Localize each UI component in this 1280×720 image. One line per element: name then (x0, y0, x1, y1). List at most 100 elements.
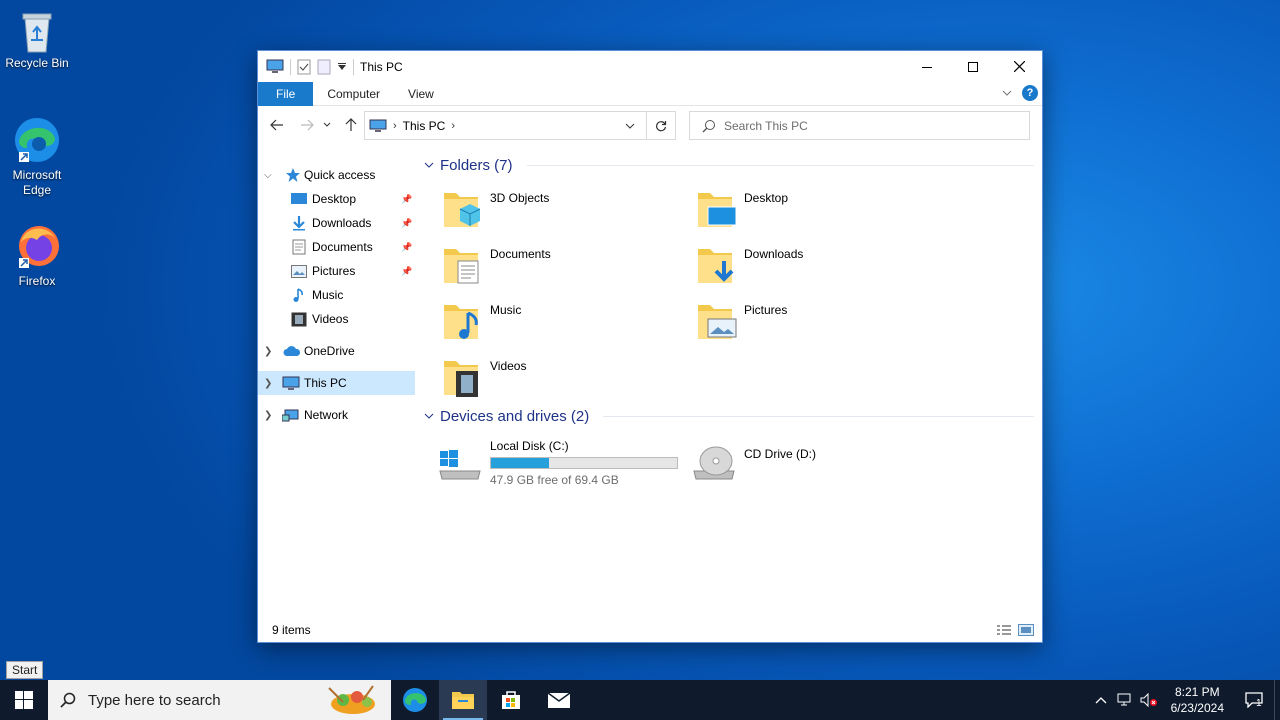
chevron-down-icon (323, 122, 331, 127)
folder-music[interactable]: Music (442, 299, 521, 349)
chevron-right-icon[interactable]: ❯ (264, 410, 272, 421)
clock[interactable]: 8:21 PM 6/23/2024 (1161, 684, 1234, 716)
toolbar-separator (290, 58, 291, 75)
folder-desktop[interactable]: Desktop (696, 187, 788, 237)
nav-item-music[interactable]: Music (258, 283, 415, 307)
large-icons-view-icon[interactable] (1018, 624, 1034, 636)
nav-label: Downloads (312, 216, 372, 230)
group-title: Devices and drives (2) (440, 408, 590, 425)
drive-local-disk-c[interactable]: Local Disk (C:) 47.9 GB free of 69.4 GB (438, 435, 698, 487)
tab-view[interactable]: View (394, 82, 448, 106)
taskbar-search-input[interactable] (88, 691, 308, 709)
nav-item-pictures[interactable]: Pictures 📌 (258, 259, 415, 283)
title-bar[interactable]: This PC (258, 51, 1042, 82)
nav-item-videos[interactable]: Videos (258, 307, 415, 331)
chevron-up-icon (1095, 697, 1107, 704)
edge-icon (403, 688, 427, 712)
maximize-button[interactable] (950, 51, 996, 82)
folder-videos[interactable]: Videos (442, 355, 526, 405)
refresh-icon (655, 120, 667, 131)
tab-file[interactable]: File (258, 81, 314, 106)
forward-button[interactable] (297, 115, 317, 135)
group-title: Folders (7) (440, 157, 513, 174)
taskbar-edge[interactable] (391, 680, 439, 720)
nav-quick-access[interactable]: ⌵ Quick access (258, 163, 415, 187)
address-history-icon[interactable] (625, 123, 635, 129)
nav-onedrive[interactable]: ❯ OneDrive (258, 339, 415, 363)
arrow-right-icon (301, 119, 314, 131)
search-highlight-icon[interactable] (319, 682, 383, 718)
folders-group-header[interactable]: Folders (7) (424, 157, 1034, 174)
folder-downloads[interactable]: Downloads (696, 243, 803, 293)
drives-group-header[interactable]: Devices and drives (2) (424, 408, 1034, 425)
desktop-icon-recycle-bin[interactable]: Recycle Bin (4, 8, 70, 71)
nav-network[interactable]: ❯ Network (258, 403, 415, 427)
folder-documents[interactable]: Documents (442, 243, 551, 293)
breadcrumb-chevron-icon[interactable]: › (451, 120, 455, 132)
nav-this-pc[interactable]: ❯ This PC (258, 371, 415, 395)
documents-folder-icon (292, 239, 306, 255)
new-folder-icon[interactable] (317, 59, 331, 75)
breadcrumb-separator-icon: › (393, 119, 397, 132)
mail-icon (547, 692, 571, 708)
chevron-down-icon[interactable] (337, 62, 347, 72)
back-button[interactable] (267, 115, 287, 135)
desktop-icon-edge[interactable]: Microsoft Edge (4, 114, 70, 198)
taskbar-mail[interactable] (535, 680, 583, 720)
show-desktop-button[interactable] (1274, 680, 1280, 720)
nav-item-downloads[interactable]: Downloads 📌 (258, 211, 415, 235)
search-icon (702, 119, 715, 132)
nav-item-desktop[interactable]: Desktop 📌 (258, 187, 415, 211)
expand-ribbon-icon[interactable] (1002, 89, 1012, 97)
nav-item-documents[interactable]: Documents 📌 (258, 235, 415, 259)
navigation-bar: › This PC › (258, 107, 1042, 143)
chevron-down-icon (424, 413, 434, 419)
drive-cd-d[interactable]: CD Drive (D:) (692, 435, 892, 485)
close-icon (1013, 61, 1025, 72)
star-icon (285, 167, 301, 183)
address-bar[interactable]: › This PC › (364, 111, 676, 140)
notification-count: 1 (1256, 698, 1262, 709)
pictures-folder-icon (698, 305, 737, 339)
drive-free-space: 47.9 GB free of 69.4 GB (490, 473, 619, 487)
up-button[interactable] (341, 115, 361, 135)
taskbar-file-explorer[interactable] (439, 680, 487, 720)
desktop-icon-firefox[interactable]: Firefox (4, 222, 70, 289)
network-tray-icon[interactable] (1113, 693, 1137, 707)
downloads-folder-icon (698, 249, 734, 283)
minimize-button[interactable] (904, 51, 950, 82)
tab-computer[interactable]: Computer (313, 82, 394, 106)
firefox-icon (19, 226, 59, 268)
file-explorer-window: This PC File Computer View ? › This PC › (257, 50, 1043, 643)
downloads-folder-icon (291, 215, 307, 231)
volume-tray-icon[interactable] (1137, 693, 1161, 707)
folder-label: 3D Objects (490, 191, 550, 205)
show-hidden-icons-button[interactable] (1089, 696, 1113, 704)
windows-logo-icon (15, 691, 33, 709)
folder-3d-objects[interactable]: 3D Objects (442, 187, 549, 237)
nav-label: Documents (312, 240, 373, 254)
chevron-right-icon[interactable]: ❯ (264, 346, 272, 357)
search-input[interactable] (724, 118, 1004, 133)
quick-access-toolbar (258, 58, 354, 75)
recent-locations-button[interactable] (321, 115, 333, 135)
breadcrumb-this-pc[interactable]: This PC (403, 119, 446, 133)
taskbar-store[interactable] (487, 680, 535, 720)
properties-icon[interactable] (297, 59, 311, 75)
start-button[interactable] (0, 680, 48, 720)
folder-label: Pictures (744, 303, 788, 317)
help-icon[interactable]: ? (1022, 85, 1038, 101)
search-box[interactable] (689, 111, 1030, 140)
folder-pictures[interactable]: Pictures (696, 299, 787, 349)
refresh-button[interactable] (646, 111, 676, 140)
windows-drive-icon (439, 450, 481, 480)
desktop-icon-label: Microsoft Edge (12, 168, 62, 197)
close-button[interactable] (996, 51, 1042, 82)
taskbar-search[interactable] (48, 680, 391, 720)
action-center-button[interactable]: 1 (1234, 692, 1274, 709)
chevron-down-icon[interactable]: ⌵ (264, 170, 272, 181)
details-view-icon[interactable] (996, 624, 1012, 636)
arrow-left-icon (270, 119, 283, 131)
chevron-right-icon[interactable]: ❯ (264, 378, 272, 389)
folder-label: Desktop (744, 191, 789, 205)
